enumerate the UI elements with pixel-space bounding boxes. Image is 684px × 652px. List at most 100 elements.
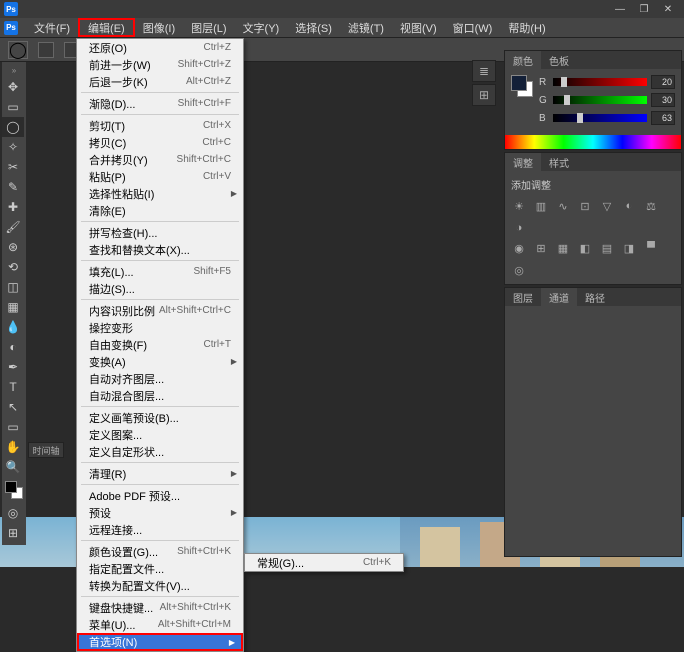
edit-menu-item-6[interactable]: 剪切(T)Ctrl+X <box>77 117 243 134</box>
edit-menu-item-2[interactable]: 后退一步(K)Alt+Ctrl+Z <box>77 73 243 90</box>
move-tool-icon[interactable]: ✥ <box>2 77 24 97</box>
edit-menu-item-9[interactable]: 粘贴(P)Ctrl+V <box>77 168 243 185</box>
color-swatch[interactable] <box>5 481 23 499</box>
swatches-tab[interactable]: 色板 <box>541 51 577 69</box>
edit-menu-item-19[interactable]: 内容识别比例Alt+Shift+Ctrl+C <box>77 302 243 319</box>
zoom-tool-icon[interactable]: 🔍 <box>2 457 24 477</box>
edit-menu-item-23[interactable]: 自动对齐图层... <box>77 370 243 387</box>
edit-menu-item-17[interactable]: 描边(S)... <box>77 280 243 297</box>
adjustments-tab[interactable]: 调整 <box>505 153 541 171</box>
history-brush-tool-icon[interactable]: ⟲ <box>2 257 24 277</box>
properties-panel-icon[interactable]: ⊞ <box>472 84 496 106</box>
edit-menu-item-36[interactable]: 颜色设置(G)...Shift+Ctrl+K <box>77 543 243 560</box>
r-slider[interactable] <box>553 78 647 86</box>
levels-icon[interactable]: ▥ <box>533 198 549 214</box>
edit-menu-item-38[interactable]: 转换为配置文件(V)... <box>77 577 243 594</box>
g-value[interactable]: 30 <box>651 93 675 107</box>
stamp-tool-icon[interactable]: ⊛ <box>2 237 24 257</box>
brightness-icon[interactable]: ☀ <box>511 198 527 214</box>
submenu-general[interactable]: 常规(G)... Ctrl+K <box>245 554 403 571</box>
gradient-map-icon[interactable]: ▀ <box>643 240 659 256</box>
edit-menu-item-7[interactable]: 拷贝(C)Ctrl+C <box>77 134 243 151</box>
edit-menu-item-37[interactable]: 指定配置文件... <box>77 560 243 577</box>
healing-tool-icon[interactable]: ✚ <box>2 197 24 217</box>
screen-mode-icon[interactable]: ⊞ <box>2 523 24 543</box>
blur-tool-icon[interactable]: 💧 <box>2 317 24 337</box>
edit-menu-item-40[interactable]: 键盘快捷键...Alt+Shift+Ctrl+K <box>77 599 243 616</box>
crop-tool-icon[interactable]: ✂ <box>2 157 24 177</box>
tool-preset-icon[interactable]: ◯ <box>8 41 28 59</box>
foreground-color[interactable] <box>5 481 17 493</box>
menu-edit[interactable]: 编辑(E) <box>78 18 135 37</box>
paths-tab[interactable]: 路径 <box>577 288 613 306</box>
styles-tab[interactable]: 样式 <box>541 153 577 171</box>
edit-menu-item-0[interactable]: 还原(O)Ctrl+Z <box>77 39 243 56</box>
balance-icon[interactable]: ⚖ <box>643 198 659 214</box>
edit-menu-item-10[interactable]: 选择性粘贴(I) <box>77 185 243 202</box>
edit-menu-item-16[interactable]: 填充(L)...Shift+F5 <box>77 263 243 280</box>
edit-menu-item-24[interactable]: 自动混合图层... <box>77 387 243 404</box>
menu-window[interactable]: 窗口(W) <box>445 18 501 37</box>
threshold-icon[interactable]: ◨ <box>621 240 637 256</box>
edit-menu-item-34[interactable]: 远程连接... <box>77 521 243 538</box>
color-lookup-icon[interactable]: ▦ <box>555 240 571 256</box>
edit-menu-item-30[interactable]: 清理(R) <box>77 465 243 482</box>
edit-menu-item-13[interactable]: 拼写检查(H)... <box>77 224 243 241</box>
edit-menu-item-22[interactable]: 变换(A) <box>77 353 243 370</box>
g-slider[interactable] <box>553 96 647 104</box>
edit-menu-item-21[interactable]: 自由变换(F)Ctrl+T <box>77 336 243 353</box>
layers-body[interactable] <box>505 306 681 556</box>
hand-tool-icon[interactable]: ✋ <box>2 437 24 457</box>
pen-tool-icon[interactable]: ✒ <box>2 357 24 377</box>
channel-mixer-icon[interactable]: ⊞ <box>533 240 549 256</box>
shape-tool-icon[interactable]: ▭ <box>2 417 24 437</box>
type-tool-icon[interactable]: T <box>2 377 24 397</box>
curves-icon[interactable]: ∿ <box>555 198 571 214</box>
selection-new-icon[interactable] <box>38 42 54 58</box>
hue-icon[interactable]: ◐ <box>621 198 637 214</box>
r-value[interactable]: 20 <box>651 75 675 89</box>
edit-menu-item-32[interactable]: Adobe PDF 预设... <box>77 487 243 504</box>
edit-menu-item-26[interactable]: 定义画笔预设(B)... <box>77 409 243 426</box>
menu-view[interactable]: 视图(V) <box>392 18 445 37</box>
edit-menu-item-1[interactable]: 前进一步(W)Shift+Ctrl+Z <box>77 56 243 73</box>
menu-filter[interactable]: 滤镜(T) <box>340 18 392 37</box>
menu-image[interactable]: 图像(I) <box>135 18 183 37</box>
magic-wand-tool-icon[interactable]: ✧ <box>2 137 24 157</box>
close-button[interactable]: ✕ <box>656 2 680 16</box>
history-panel-icon[interactable]: ≣ <box>472 60 496 82</box>
color-tab[interactable]: 颜色 <box>505 51 541 69</box>
menu-select[interactable]: 选择(S) <box>287 18 340 37</box>
invert-icon[interactable]: ◧ <box>577 240 593 256</box>
eyedropper-tool-icon[interactable]: ✎ <box>2 177 24 197</box>
edit-menu-item-41[interactable]: 菜单(U)...Alt+Shift+Ctrl+M <box>77 616 243 633</box>
b-value[interactable]: 63 <box>651 111 675 125</box>
dodge-tool-icon[interactable]: ◐ <box>2 337 24 357</box>
edit-menu-item-33[interactable]: 预设 <box>77 504 243 521</box>
menu-help[interactable]: 帮助(H) <box>500 18 553 37</box>
edit-menu-item-8[interactable]: 合并拷贝(Y)Shift+Ctrl+C <box>77 151 243 168</box>
layers-tab[interactable]: 图层 <box>505 288 541 306</box>
timeline-tab[interactable]: 时间轴 <box>28 442 64 458</box>
toolbar-collapse-icon[interactable]: » <box>2 64 26 77</box>
edit-menu-item-20[interactable]: 操控变形 <box>77 319 243 336</box>
brush-tool-icon[interactable]: 🖌 <box>2 217 24 237</box>
menu-layer[interactable]: 图层(L) <box>183 18 234 37</box>
minimize-button[interactable]: — <box>608 2 632 16</box>
eraser-tool-icon[interactable]: ◫ <box>2 277 24 297</box>
edit-menu-item-42[interactable]: 首选项(N) <box>77 633 243 651</box>
edit-menu-item-28[interactable]: 定义自定形状... <box>77 443 243 460</box>
edit-menu-item-11[interactable]: 清除(E) <box>77 202 243 219</box>
gradient-tool-icon[interactable]: ▦ <box>2 297 24 317</box>
photo-filter-icon[interactable]: ◉ <box>511 240 527 256</box>
panel-color-swatch[interactable] <box>511 75 533 97</box>
quickmask-icon[interactable]: ◎ <box>2 503 24 523</box>
path-tool-icon[interactable]: ↖ <box>2 397 24 417</box>
menu-file[interactable]: 文件(F) <box>26 18 78 37</box>
spectrum-bar[interactable] <box>505 135 681 149</box>
selective-color-icon[interactable]: ◎ <box>511 262 527 278</box>
exposure-icon[interactable]: ⊡ <box>577 198 593 214</box>
edit-menu-item-4[interactable]: 渐隐(D)...Shift+Ctrl+F <box>77 95 243 112</box>
b-slider[interactable] <box>553 114 647 122</box>
bw-icon[interactable]: ◑ <box>511 220 527 236</box>
